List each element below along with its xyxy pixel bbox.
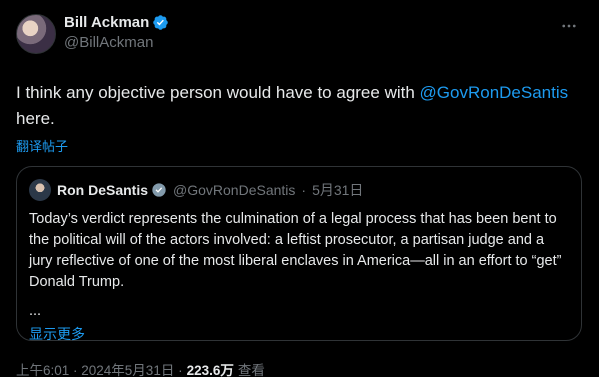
quoted-tweet[interactable]: Ron DeSantis @GovRonDeSantis · 5月31日 Tod… — [16, 166, 582, 344]
quoted-ellipsis: ... — [29, 303, 42, 319]
post-mention-link[interactable]: @GovRonDeSantis — [420, 83, 569, 102]
tweet: Bill Ackman @BillAckman I think any obje… — [0, 0, 599, 377]
more-horizontal-icon[interactable] — [557, 14, 581, 38]
quoted-verified-badge-icon — [152, 183, 166, 197]
quoted-handle: @GovRonDeSantis — [173, 182, 296, 198]
author-names: Bill Ackman @BillAckman — [64, 12, 169, 51]
views-count: 223.6万 — [186, 363, 234, 377]
quoted-text: Today’s verdict represents the culminati… — [29, 211, 562, 290]
quoted-header: Ron DeSantis @GovRonDeSantis · 5月31日 — [29, 179, 569, 201]
show-more-link[interactable]: 显示更多 — [29, 324, 569, 344]
quoted-display-name: Ron DeSantis — [57, 182, 149, 198]
author-display-name[interactable]: Bill Ackman — [64, 14, 149, 31]
quoted-separator: · — [301, 182, 307, 198]
author-name-row: Bill Ackman — [64, 12, 169, 32]
quoted-date: 5月31日 — [312, 182, 364, 198]
views-label: 查看 — [237, 363, 265, 377]
verified-badge-icon — [153, 14, 169, 30]
post-footer: 上午6:01 · 2024年5月31日 · 223.6万 查看 — [16, 359, 583, 377]
post-timestamp[interactable]: 上午6:01 · 2024年5月31日 · — [16, 359, 183, 377]
post-text: I think any objective person would have … — [16, 80, 581, 132]
post-text-before: I think any objective person would have … — [16, 83, 420, 102]
author-avatar[interactable] — [16, 14, 56, 54]
tweet-header: Bill Ackman @BillAckman — [16, 12, 583, 64]
translate-post-link[interactable]: 翻译帖子 — [16, 136, 583, 154]
quoted-avatar — [29, 179, 51, 201]
author-handle[interactable]: @BillAckman — [64, 34, 169, 51]
post-text-after: here. — [16, 109, 55, 128]
